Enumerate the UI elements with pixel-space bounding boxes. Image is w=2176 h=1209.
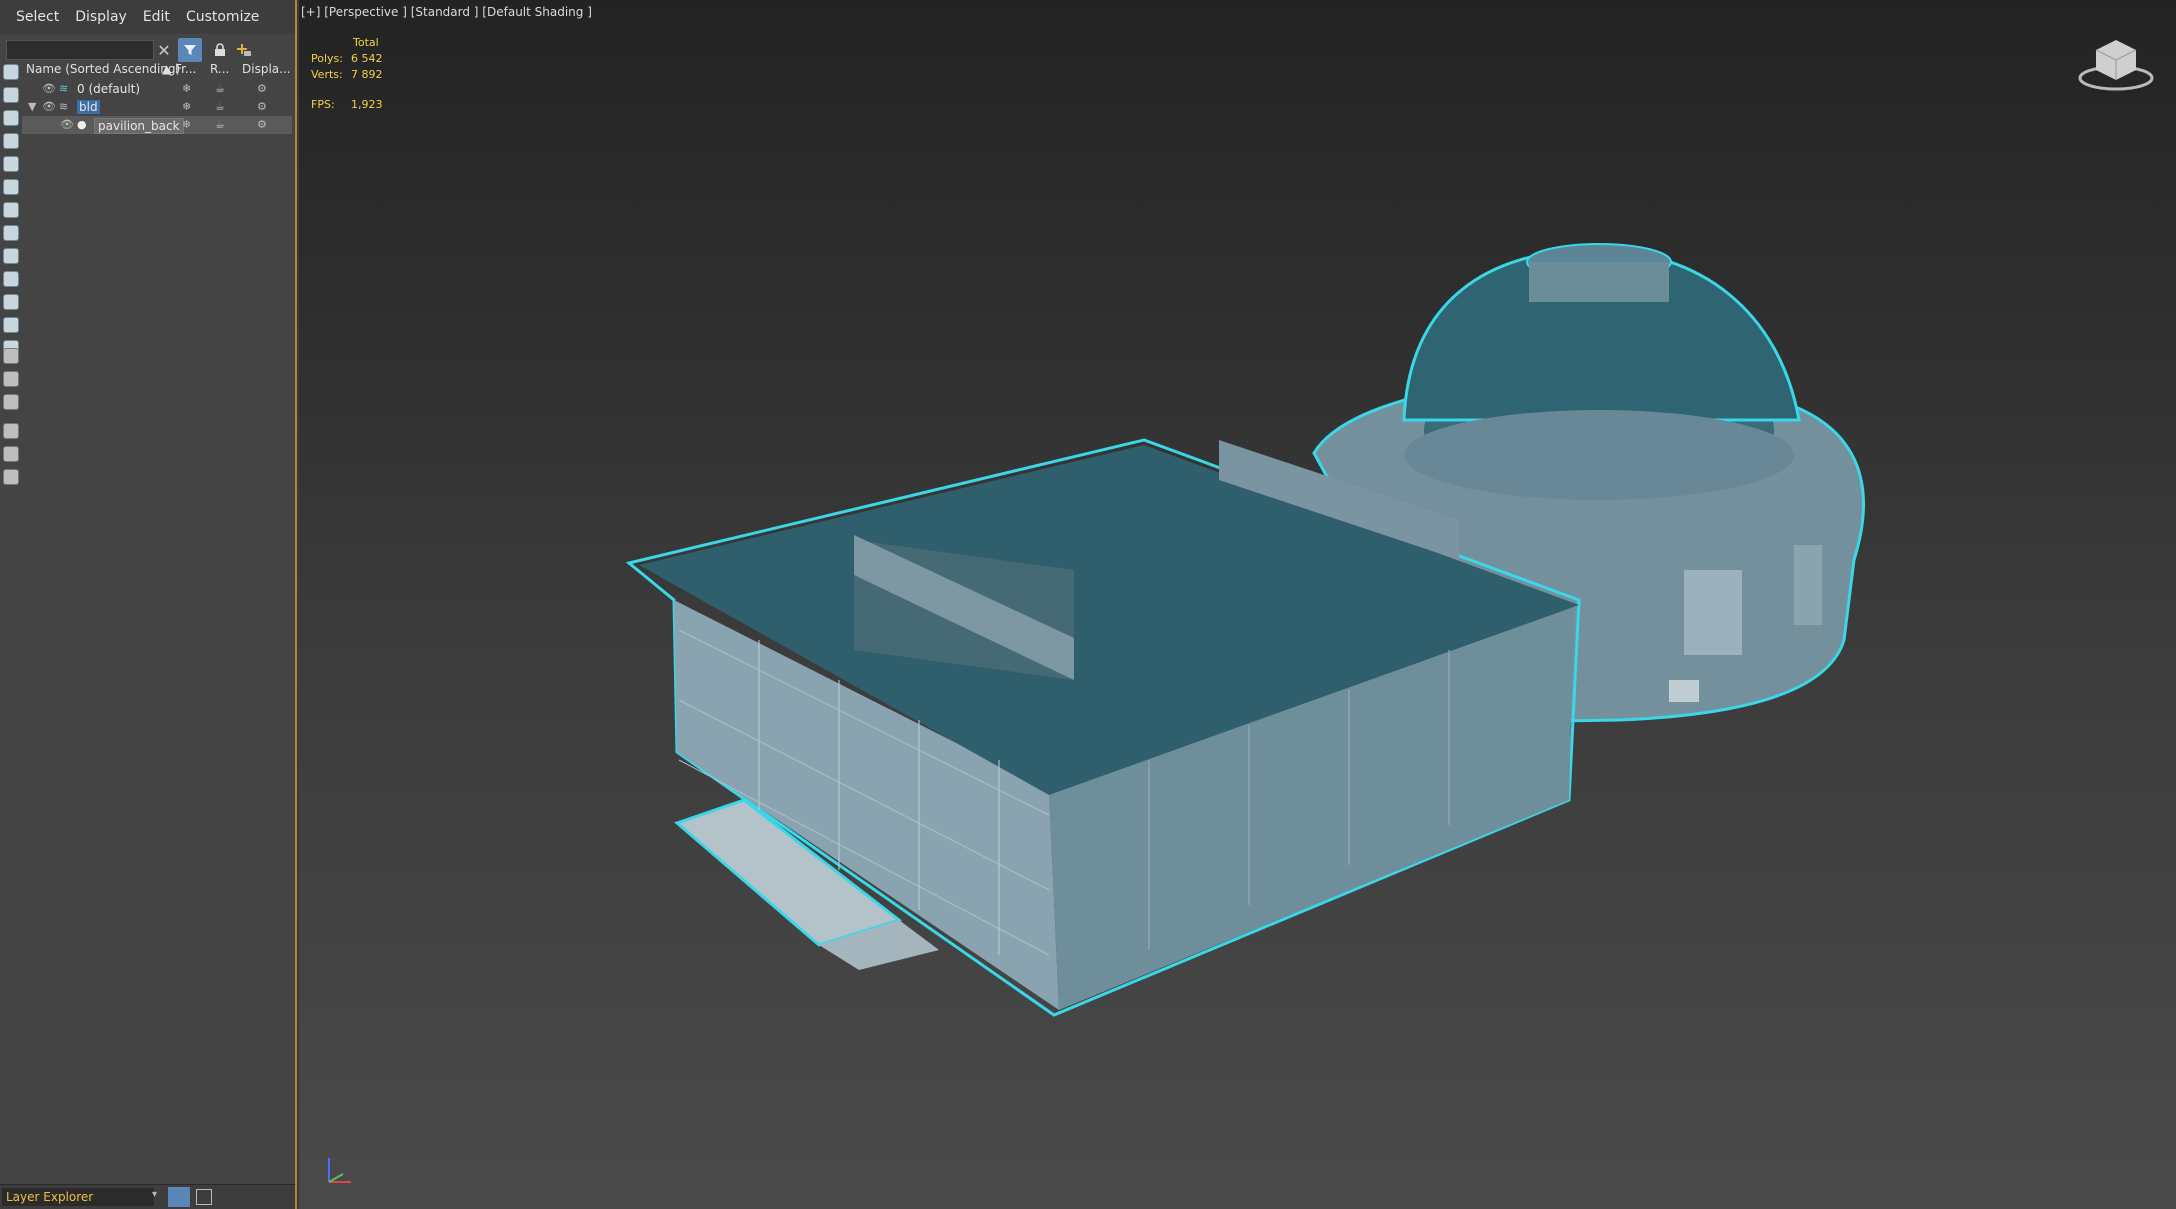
- xrefs-icon[interactable]: [3, 248, 19, 264]
- menu-bar: Select Display Edit Customize: [0, 0, 295, 34]
- funnel-icon[interactable]: [3, 446, 19, 462]
- menu-display[interactable]: Display: [75, 9, 127, 25]
- freeze-icon[interactable]: ❄: [182, 118, 191, 131]
- display-settings-icon[interactable]: ⚙: [257, 118, 267, 131]
- viewcube-icon[interactable]: [2076, 30, 2156, 92]
- object-dot-icon: ●: [77, 118, 87, 131]
- stats-polys-label: Polys:: [311, 52, 343, 65]
- object-name: pavilion_back: [94, 118, 184, 134]
- column-name[interactable]: Name (Sorted Ascending): [26, 62, 180, 76]
- display-settings-icon[interactable]: ⚙: [257, 100, 267, 113]
- explorer-footer: Layer Explorer ▾: [0, 1184, 295, 1209]
- menu-edit[interactable]: Edit: [143, 9, 170, 25]
- new-layer-icon[interactable]: [232, 38, 256, 62]
- visibility-eye-icon[interactable]: 👁: [42, 100, 56, 113]
- display-children-icon[interactable]: [3, 348, 19, 364]
- display-settings-icon[interactable]: ⚙: [257, 82, 267, 95]
- layer-name: bld: [77, 100, 100, 114]
- helpers-icon[interactable]: [3, 179, 19, 195]
- expand-arrow-icon[interactable]: ▼: [28, 100, 36, 113]
- column-display[interactable]: Displa...: [242, 62, 291, 76]
- search-input[interactable]: [6, 40, 154, 60]
- stats-total-label: Total: [353, 36, 379, 49]
- space-warps-icon[interactable]: [3, 202, 19, 218]
- bones-icon[interactable]: [3, 271, 19, 287]
- visibility-eye-icon[interactable]: 👁: [60, 118, 74, 131]
- sort-by-layer-icon[interactable]: [168, 1187, 190, 1207]
- scene-explorer-panel: Select Display Edit Customize ✕ Name (So…: [0, 0, 297, 1209]
- stats-verts-value: 7 892: [351, 68, 383, 81]
- viewport-label[interactable]: [+] [Perspective ] [Standard ] [Default …: [301, 5, 592, 19]
- explorer-type-dropdown[interactable]: Layer Explorer: [2, 1188, 154, 1206]
- lights-icon[interactable]: [3, 133, 19, 149]
- layer-row[interactable]: ▼ 👁 ≋ bld ❄ ☕ ⚙: [22, 98, 292, 116]
- visibility-eye-icon[interactable]: 👁: [42, 82, 56, 95]
- filter-toggle-icon[interactable]: [178, 38, 202, 62]
- layer-row[interactable]: 👁 ≋ 0 (default) ❄ ☕ ⚙: [22, 80, 292, 98]
- column-render[interactable]: R...: [210, 62, 229, 76]
- frozen-icon[interactable]: [3, 317, 19, 333]
- stats-verts-label: Verts:: [311, 68, 343, 81]
- pavilion-model[interactable]: [625, 438, 1581, 1017]
- cameras-icon[interactable]: [3, 156, 19, 172]
- stats-fps-value: 1,923: [351, 98, 383, 111]
- render-teapot-icon[interactable]: ☕: [215, 118, 225, 131]
- scene-render: [625, 243, 1865, 1017]
- column-frozen[interactable]: ▲ Fr...: [162, 62, 196, 76]
- layer-stack-icon: ≋: [59, 100, 69, 113]
- render-teapot-icon[interactable]: ☕: [215, 82, 225, 95]
- display-all-icon[interactable]: [3, 64, 19, 80]
- clear-search-icon[interactable]: ✕: [152, 38, 176, 62]
- object-row[interactable]: 👁 ● pavilion_back ❄ ☕ ⚙: [22, 116, 292, 134]
- render-teapot-icon[interactable]: ☕: [215, 100, 225, 113]
- column-header: Name (Sorted Ascending) ▲ Fr... R... Dis…: [22, 60, 295, 78]
- perspective-viewport[interactable]: [+] [Perspective ] [Standard ] [Default …: [299, 0, 2176, 1209]
- freeze-icon[interactable]: ❄: [182, 82, 191, 95]
- sort-by-hierarchy-icon[interactable]: [196, 1189, 212, 1205]
- stats-fps-label: FPS:: [311, 98, 335, 111]
- filter-settings-icon[interactable]: [3, 423, 19, 439]
- chevron-down-icon[interactable]: ▾: [152, 1189, 157, 1200]
- groups-icon[interactable]: [3, 225, 19, 241]
- display-influences-icon[interactable]: [3, 394, 19, 410]
- containers-icon[interactable]: [3, 294, 19, 310]
- menu-customize[interactable]: Customize: [186, 9, 260, 25]
- layer-name: 0 (default): [77, 82, 141, 96]
- freeze-icon[interactable]: ❄: [182, 100, 191, 113]
- axis-tripod-icon: [328, 1158, 351, 1183]
- selection-set-icon[interactable]: [3, 469, 19, 485]
- menu-select[interactable]: Select: [16, 9, 59, 25]
- shapes-icon[interactable]: [3, 110, 19, 126]
- stats-polys-value: 6 542: [351, 52, 383, 65]
- geometry-icon[interactable]: [3, 87, 19, 103]
- explorer-side-toolbar: [0, 64, 22, 504]
- lock-icon[interactable]: [208, 38, 232, 62]
- display-references-icon[interactable]: [3, 371, 19, 387]
- layer-stack-icon: ≋: [59, 82, 69, 95]
